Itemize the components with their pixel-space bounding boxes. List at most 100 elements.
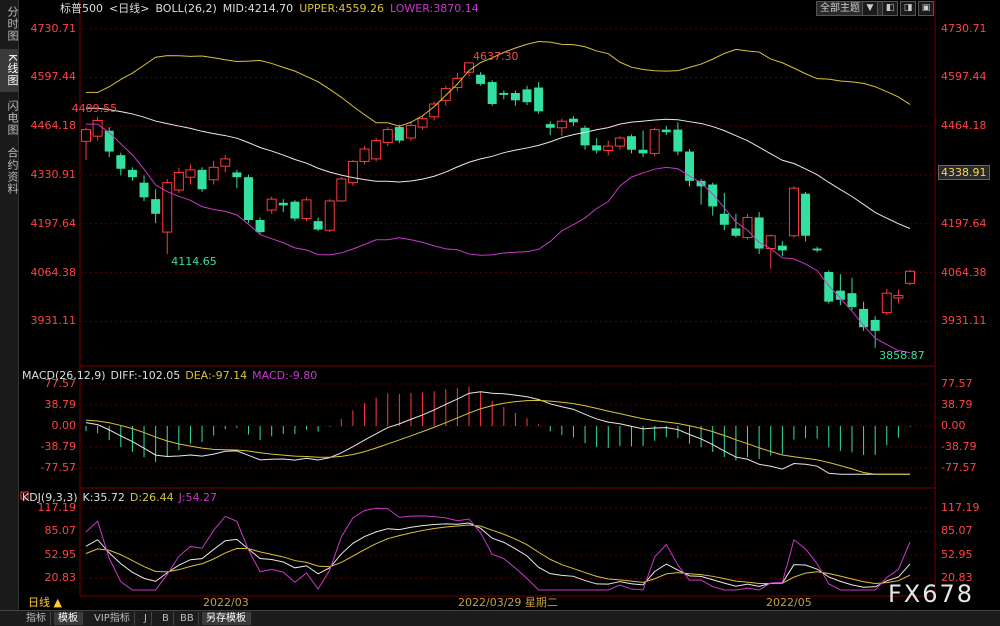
candle-body-down [139,182,149,198]
candle-body-up [92,119,103,137]
candle-body-down [824,271,834,302]
price-tick-left: 4464.18 [30,119,77,133]
price-tick-left: 3931.11 [30,314,77,328]
sidebar-tab-1[interactable]: K线图 [0,49,19,92]
candle-body-up [614,137,625,147]
macd-macd-value: MACD:-9.80 [252,369,318,382]
candle-body-down [859,308,869,328]
bottom-tab-3[interactable]: J [140,612,152,625]
period-label: <日线> [109,2,150,15]
price-tick-right: 4197.64 [941,216,987,230]
candle-body-down [580,127,590,146]
kdj-k-value: K:35.72 [82,491,125,504]
kdj-d-value: D:26.44 [129,491,174,504]
price-tick-left: 4197.64 [30,216,77,230]
candle-body-up [371,140,382,160]
candle-body-up [185,169,196,178]
candle-body-up [881,292,892,314]
kdj-j-line [85,507,911,591]
candle-body-down [197,169,207,190]
bottom-toolbar: 指标 模板 VIP指标 J B BB 另存模板 [0,610,1000,626]
bottom-tab-0[interactable]: 指标 [22,612,51,625]
x-axis-label-0: 2022/03 [203,596,249,609]
macd-tick-left: 0.00 [51,419,77,432]
kdj-tick-right: 20.83 [941,571,973,585]
chart-canvas [20,0,936,597]
annotation-low-1: 4114.65 [171,255,217,269]
candle-body-down [278,202,288,206]
candle-body-up [336,178,347,202]
layout-left-button[interactable]: ◧ [882,1,898,16]
candle-body-down [592,145,602,151]
current-price-box: 4338.91 [938,165,990,181]
macd-tick-right: 77.57 [941,377,973,390]
candle-body-up [173,171,184,191]
candle-body-down [626,136,636,150]
candle-body-down [313,221,323,230]
candle-body-up [893,294,904,299]
layout-right-button[interactable]: ◨ [900,1,916,16]
candle-body-down [731,228,741,236]
bottom-tab-2[interactable]: VIP指标 [90,612,135,625]
candle-body-down [487,82,497,104]
candle-body-up [649,129,660,154]
macd-dea-value: DEA:-97.14 [185,369,248,382]
candle-body-down [638,149,648,154]
candle-body-up [905,270,915,284]
candle-body-down [534,87,544,112]
sidebar-tab-3[interactable]: 合约资料 [0,143,19,199]
boll-upper-value: UPPER:4559.26 [299,2,384,15]
kdj-tick-left: 20.83 [44,571,77,585]
candle-body-up [788,187,799,237]
sidebar-tab-0[interactable]: 分时图 [0,2,19,45]
kdj-tick-left: 52.95 [44,547,77,561]
macd-dea-line [85,399,910,475]
candle-body-down [499,93,509,95]
candle-body-down [394,127,404,141]
candle-body-down [870,319,880,331]
macd-tick-right: -77.57 [941,461,977,474]
candle-body-up [347,160,358,184]
candle-body-down [847,293,857,308]
macd-tick-left: 77.57 [44,377,77,390]
annotation-low-2: 3858.87 [879,348,925,362]
candle-body-up [266,198,277,211]
candle-body-down [151,199,161,214]
candle-body-down [232,172,242,178]
boll-lower-value: LOWER:3870.14 [389,2,479,15]
candle-body-down [568,118,578,123]
bottom-tab-5[interactable]: BB [176,612,199,625]
boll-name: BOLL(26,2) [155,2,217,15]
candle-body-down [661,129,671,133]
price-tick-left: 4064.38 [30,265,77,279]
annotation-high-2: 4637.30 [472,49,519,63]
macd-tick-right: 0.00 [941,419,966,432]
kdj-tick-right: 52.95 [941,547,973,561]
sidebar: 分时图 K线图闪电图合约资料 [0,0,19,610]
price-tick-left: 4330.91 [30,168,77,182]
bottom-tab-4[interactable]: B [158,612,174,625]
theme-dropdown-button[interactable]: ▼ [862,1,878,16]
annotation-high-1: 4489.55 [71,101,118,115]
macd-tick-left: -38.79 [40,440,76,453]
candle-body-down [777,245,787,251]
candle-body-up [301,199,312,220]
candle-body-down [510,93,520,101]
kdj-j-value: J:54.27 [178,491,218,504]
macd-tick-right: -38.79 [941,440,977,453]
kdj-tick-left: 85.07 [44,524,77,538]
candle-body-down [708,184,718,207]
sidebar-tab-2[interactable]: 闪电图 [0,96,19,139]
x-axis-label-2: 2022/05 [766,596,812,609]
macd-diff-value: DIFF:-102.05 [110,369,181,382]
candle-body-up [429,103,440,118]
kdj-tick-right: 85.07 [941,524,973,538]
layout-full-button[interactable]: ▣ [918,1,934,16]
candle-body-up [81,129,91,142]
candle-body-down [801,193,811,236]
bottom-tab-6[interactable]: 另存模板 [202,612,251,625]
price-tick-left: 4597.44 [30,70,77,84]
candle-body-up [603,145,614,151]
bottom-tab-1[interactable]: 模板 [54,612,83,625]
kdj-d-line [85,524,911,585]
